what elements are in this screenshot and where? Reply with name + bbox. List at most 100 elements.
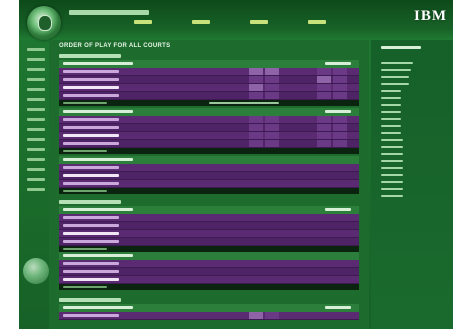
court-link[interactable] bbox=[381, 62, 413, 64]
sidebar-item-8[interactable] bbox=[27, 118, 45, 121]
court-link[interactable] bbox=[381, 69, 411, 71]
sidebar-item-2[interactable] bbox=[27, 58, 45, 61]
match-header-label bbox=[63, 158, 133, 161]
match-status bbox=[325, 62, 351, 65]
sidebar-item-1[interactable] bbox=[27, 48, 45, 51]
player-name bbox=[63, 78, 119, 81]
match-header-label bbox=[63, 110, 133, 113]
player-row[interactable] bbox=[59, 222, 359, 230]
player-row[interactable] bbox=[59, 260, 359, 268]
score-cell bbox=[333, 68, 347, 75]
match-header bbox=[59, 108, 359, 116]
left-margin bbox=[0, 0, 19, 329]
court-heading bbox=[59, 298, 121, 302]
sidebar-item-13[interactable] bbox=[27, 168, 45, 171]
tennis-ball-icon bbox=[23, 258, 49, 284]
player-name bbox=[63, 224, 119, 227]
sidebar-item-6[interactable] bbox=[27, 98, 45, 101]
court-link[interactable] bbox=[381, 76, 409, 78]
score-cell bbox=[317, 92, 331, 99]
sidebar-item-3[interactable] bbox=[27, 68, 45, 71]
score-cell bbox=[317, 132, 331, 139]
player-row[interactable] bbox=[59, 164, 359, 172]
score-cell bbox=[333, 124, 347, 131]
court-link[interactable] bbox=[381, 195, 403, 197]
court-link[interactable] bbox=[381, 153, 403, 155]
player-row[interactable] bbox=[59, 116, 359, 124]
sidebar-item-11[interactable] bbox=[27, 148, 45, 151]
sidebar-item-15[interactable] bbox=[27, 188, 45, 191]
match-result-row bbox=[59, 188, 359, 194]
player-row[interactable] bbox=[59, 180, 359, 188]
result-label bbox=[63, 248, 107, 250]
score-cell bbox=[317, 124, 331, 131]
player-name bbox=[63, 270, 119, 273]
court-link[interactable] bbox=[381, 83, 409, 85]
player-name bbox=[63, 166, 119, 169]
player-name bbox=[63, 86, 119, 89]
court-link[interactable] bbox=[381, 118, 401, 120]
sidebar-item-7[interactable] bbox=[27, 108, 45, 111]
match-block bbox=[59, 156, 359, 196]
player-name bbox=[63, 174, 119, 177]
score-cell bbox=[249, 116, 263, 123]
score-cell bbox=[249, 76, 263, 83]
player-row[interactable] bbox=[59, 312, 359, 320]
sidebar-item-14[interactable] bbox=[27, 178, 45, 181]
page-title: ORDER OF PLAY FOR ALL COURTS bbox=[59, 43, 171, 49]
match-header-label bbox=[63, 208, 133, 211]
match-block bbox=[59, 252, 359, 292]
match-header bbox=[59, 60, 359, 68]
court-link[interactable] bbox=[381, 104, 401, 106]
court-link[interactable] bbox=[381, 111, 401, 113]
player-name bbox=[63, 314, 119, 317]
player-row[interactable] bbox=[59, 140, 359, 148]
court-link[interactable] bbox=[381, 132, 401, 134]
sidebar-item-5[interactable] bbox=[27, 88, 45, 91]
top-bar: IBM bbox=[19, 0, 453, 40]
score-cell bbox=[249, 132, 263, 139]
emblem-shield-icon bbox=[38, 15, 52, 31]
score-cell bbox=[317, 76, 331, 83]
player-row[interactable] bbox=[59, 76, 359, 84]
player-row[interactable] bbox=[59, 92, 359, 100]
player-row[interactable] bbox=[59, 132, 359, 140]
player-row[interactable] bbox=[59, 172, 359, 180]
court-link[interactable] bbox=[381, 90, 401, 92]
sidebar-item-9[interactable] bbox=[27, 128, 45, 131]
player-name bbox=[63, 216, 119, 219]
player-row[interactable] bbox=[59, 238, 359, 246]
nav-tab-1[interactable] bbox=[134, 20, 152, 24]
nav-tab-3[interactable] bbox=[250, 20, 268, 24]
court-link[interactable] bbox=[381, 167, 403, 169]
nav-tab-2[interactable] bbox=[192, 20, 210, 24]
nav-tab-4[interactable] bbox=[308, 20, 326, 24]
court-link[interactable] bbox=[381, 188, 403, 190]
ibm-logo: IBM bbox=[414, 8, 447, 24]
player-row[interactable] bbox=[59, 84, 359, 92]
top-nav bbox=[134, 20, 364, 26]
tournament-emblem-icon[interactable] bbox=[27, 6, 61, 40]
court-link[interactable] bbox=[381, 139, 403, 141]
score-cell bbox=[265, 84, 279, 91]
match-status bbox=[325, 306, 351, 309]
player-row[interactable] bbox=[59, 214, 359, 222]
player-row[interactable] bbox=[59, 276, 359, 284]
court-link[interactable] bbox=[381, 160, 403, 162]
player-name bbox=[63, 232, 119, 235]
sidebar-item-4[interactable] bbox=[27, 78, 45, 81]
court-link[interactable] bbox=[381, 146, 403, 148]
match-result-row bbox=[59, 148, 359, 154]
sidebar-item-10[interactable] bbox=[27, 138, 45, 141]
score-cell bbox=[317, 140, 331, 147]
court-link[interactable] bbox=[381, 181, 403, 183]
sidebar-item-12[interactable] bbox=[27, 158, 45, 161]
player-row[interactable] bbox=[59, 68, 359, 76]
court-link[interactable] bbox=[381, 125, 401, 127]
player-row[interactable] bbox=[59, 124, 359, 132]
player-row[interactable] bbox=[59, 230, 359, 238]
court-link[interactable] bbox=[381, 174, 403, 176]
court-link[interactable] bbox=[381, 97, 401, 99]
player-row[interactable] bbox=[59, 268, 359, 276]
player-name bbox=[63, 70, 119, 73]
